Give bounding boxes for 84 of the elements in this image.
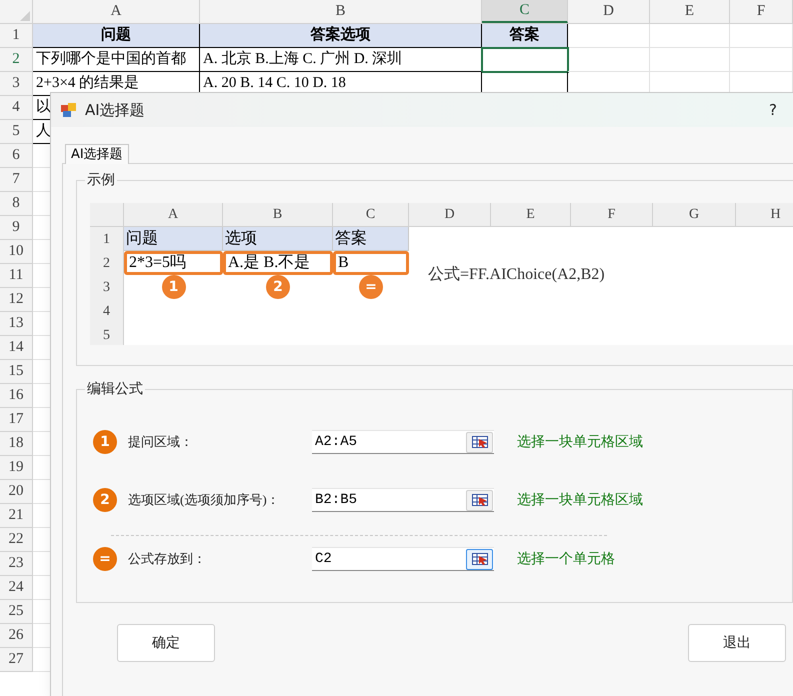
field-label: 选项区域(选项须加序号)： (128, 491, 281, 510)
step-badge: = (359, 275, 383, 299)
column-header: E (491, 203, 571, 227)
field-label: 提问区域： (128, 433, 194, 452)
step-badge: 2 (93, 488, 117, 512)
row-header[interactable]: 10 (0, 240, 33, 264)
table-cell: 选项 (223, 227, 333, 251)
column-header[interactable]: F (730, 0, 793, 23)
range-input[interactable]: C2 (312, 547, 494, 571)
row-header[interactable]: 18 (0, 432, 33, 456)
row-header: 2 (90, 251, 124, 275)
help-button[interactable]: ? (769, 98, 777, 122)
row-header[interactable]: 13 (0, 312, 33, 336)
row-header[interactable]: 3 (0, 72, 33, 96)
field-hint: 选择一个单元格 (517, 550, 615, 568)
group-title: 示例 (86, 171, 116, 190)
range-input[interactable]: B2:B5 (312, 488, 494, 512)
table-cell: 下列哪个是中国的首都 (33, 48, 200, 72)
field-hint: 选择一块单元格区域 (517, 490, 643, 510)
group-title: 编辑公式 (86, 380, 144, 399)
app-icon (61, 102, 77, 118)
row-header[interactable]: 16 (0, 384, 33, 408)
row-header[interactable]: 4 (0, 96, 33, 120)
dialog-button[interactable]: 确定 (117, 624, 215, 662)
row-header[interactable]: 23 (0, 552, 33, 576)
field-hint: 选择一块单元格区域 (517, 432, 643, 452)
empty-cell (730, 24, 793, 48)
step-badge: 2 (266, 275, 290, 299)
range-picker-button[interactable] (466, 490, 493, 510)
dialog-button[interactable]: 退出 (688, 624, 786, 662)
table-cell: B (333, 251, 409, 275)
table-cell: 问题 (33, 24, 200, 48)
table-cell: 2*3=5吗 (124, 251, 223, 275)
row-header[interactable]: 8 (0, 192, 33, 216)
step-badge: = (93, 547, 117, 571)
column-header[interactable]: D (568, 0, 650, 23)
table-cell: 答案 (333, 227, 409, 251)
row-header[interactable]: 5 (0, 120, 33, 144)
row-header[interactable]: 22 (0, 528, 33, 552)
range-picker-button[interactable] (466, 432, 493, 452)
range-picker-icon (472, 436, 488, 448)
column-header: H (736, 203, 793, 227)
row-header[interactable]: 9 (0, 216, 33, 240)
row-header[interactable]: 6 (0, 144, 33, 168)
row-header[interactable]: 17 (0, 408, 33, 432)
table-cell: A.是 B.不是 (223, 251, 333, 275)
range-picker-icon (472, 494, 488, 506)
column-header[interactable]: A (33, 0, 200, 23)
field-label: 公式存放到： (128, 550, 207, 568)
row-header[interactable]: 12 (0, 288, 33, 312)
row-header[interactable]: 21 (0, 504, 33, 528)
row-header[interactable]: 11 (0, 264, 33, 288)
row-header[interactable]: 20 (0, 480, 33, 504)
row-header[interactable]: 2 (0, 48, 33, 72)
window-title: AI选择题 (85, 100, 145, 121)
row-header: 1 (90, 227, 124, 251)
row-header: 4 (90, 299, 124, 323)
row-header[interactable]: 15 (0, 360, 33, 384)
row-header[interactable]: 27 (0, 648, 33, 672)
column-header[interactable]: C (482, 0, 568, 23)
row-header[interactable]: 1 (0, 24, 33, 48)
table-cell: 答案 (482, 24, 568, 48)
step-badge: 1 (162, 275, 186, 299)
tab[interactable]: AI选择题 (65, 144, 129, 164)
column-header: G (653, 203, 736, 227)
formula-example: 公式=FF.AIChoice(A2,B2) (428, 264, 605, 285)
column-header: D (409, 203, 491, 227)
row-header[interactable]: 25 (0, 600, 33, 624)
column-header[interactable]: E (650, 0, 730, 23)
row-header[interactable]: 14 (0, 336, 33, 360)
range-picker-button[interactable] (466, 548, 493, 570)
row-header: 3 (90, 275, 124, 299)
row-header[interactable]: 7 (0, 168, 33, 192)
table-cell: A. 北京 B.上海 C. 广州 D. 深圳 (200, 48, 482, 72)
range-picker-icon (472, 553, 488, 565)
table-cell: 问题 (124, 227, 223, 251)
row-header: 5 (90, 323, 124, 345)
step-badge: 1 (93, 430, 117, 454)
row-header[interactable]: 19 (0, 456, 33, 480)
range-input[interactable]: A2:A5 (312, 430, 494, 454)
row-header[interactable]: 26 (0, 624, 33, 648)
row-header[interactable]: 24 (0, 576, 33, 600)
column-header: F (571, 203, 653, 227)
table-cell: 答案选项 (200, 24, 482, 48)
